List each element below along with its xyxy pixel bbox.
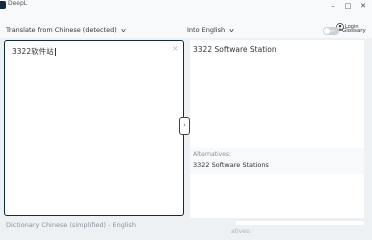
source-text: 3322软件站 — [12, 47, 56, 56]
text-caret — [54, 48, 56, 56]
source-language-label: Translate from Chinese (detected) — [6, 26, 117, 34]
close-button[interactable]: ✕ — [356, 0, 370, 12]
overlay-fragment-bar — [236, 221, 364, 225]
toggle-state-label: OFF — [329, 29, 335, 33]
maximize-button[interactable]: □ — [341, 0, 355, 12]
minimize-button[interactable]: – — [326, 0, 340, 12]
translation-output: 3322 Software Station Alternatives: 3322… — [190, 40, 364, 218]
panel-toggle-button[interactable]: › — [179, 117, 190, 135]
target-language-selector[interactable]: Into English v — [187, 26, 235, 34]
alternative-item[interactable]: 3322 Software Stations — [193, 161, 269, 169]
chevron-down-icon: v — [121, 28, 126, 34]
glossary-toggle[interactable]: OFF — [323, 27, 339, 35]
overlay-fragment — [204, 198, 220, 212]
source-text-input[interactable]: 3322软件站 × — [4, 40, 184, 216]
source-language-selector[interactable]: Translate from Chinese (detected) v — [6, 26, 126, 34]
alternatives-section: Alternatives: 3322 Software Stations — [190, 148, 364, 174]
translation-text: 3322 Software Station — [193, 45, 277, 54]
alternatives-label: Alternatives: — [193, 151, 232, 158]
chevron-down-icon: v — [229, 28, 235, 34]
language-bar: Translate from Chinese (detected) v Into… — [0, 15, 372, 38]
title-bar: DeepL – □ ✕ — [0, 0, 372, 15]
deepl-logo-icon — [0, 1, 6, 9]
partial-alternatives-label: atives: — [231, 228, 252, 235]
glossary-label: Glossary — [342, 28, 366, 34]
window-title: DeepL — [8, 0, 28, 7]
dictionary-label[interactable]: Dictionary Chinese (simplified) - Englis… — [6, 221, 136, 229]
clear-icon[interactable]: × — [172, 44, 179, 53]
target-language-label: Into English — [187, 26, 226, 34]
